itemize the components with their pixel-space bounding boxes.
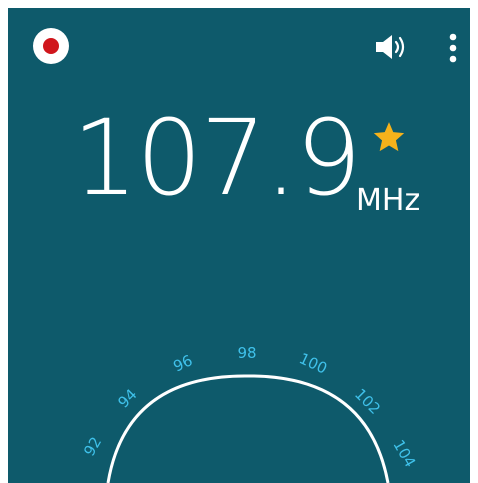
record-icon xyxy=(43,38,59,54)
dial-label-98: 98 xyxy=(237,344,256,362)
dial-label-100: 100 xyxy=(296,349,330,377)
dial-arc xyxy=(106,374,390,483)
dial-label-104: 104 xyxy=(389,437,419,471)
fm-radio-app: 107.9 MHz 92 94 96 98 100 102 104 xyxy=(8,8,470,483)
frequency-display: 107.9 xyxy=(72,97,362,219)
record-button[interactable] xyxy=(33,28,69,64)
more-vertical-icon[interactable] xyxy=(446,32,460,64)
frequency-unit: MHz xyxy=(356,183,421,218)
dial-label-96: 96 xyxy=(170,351,195,375)
tuning-dial[interactable]: 92 94 96 98 100 102 104 xyxy=(8,308,470,483)
dial-label-92: 92 xyxy=(80,434,105,460)
dial-label-94: 94 xyxy=(114,385,140,411)
star-icon[interactable] xyxy=(372,120,406,154)
volume-icon[interactable] xyxy=(374,34,408,60)
